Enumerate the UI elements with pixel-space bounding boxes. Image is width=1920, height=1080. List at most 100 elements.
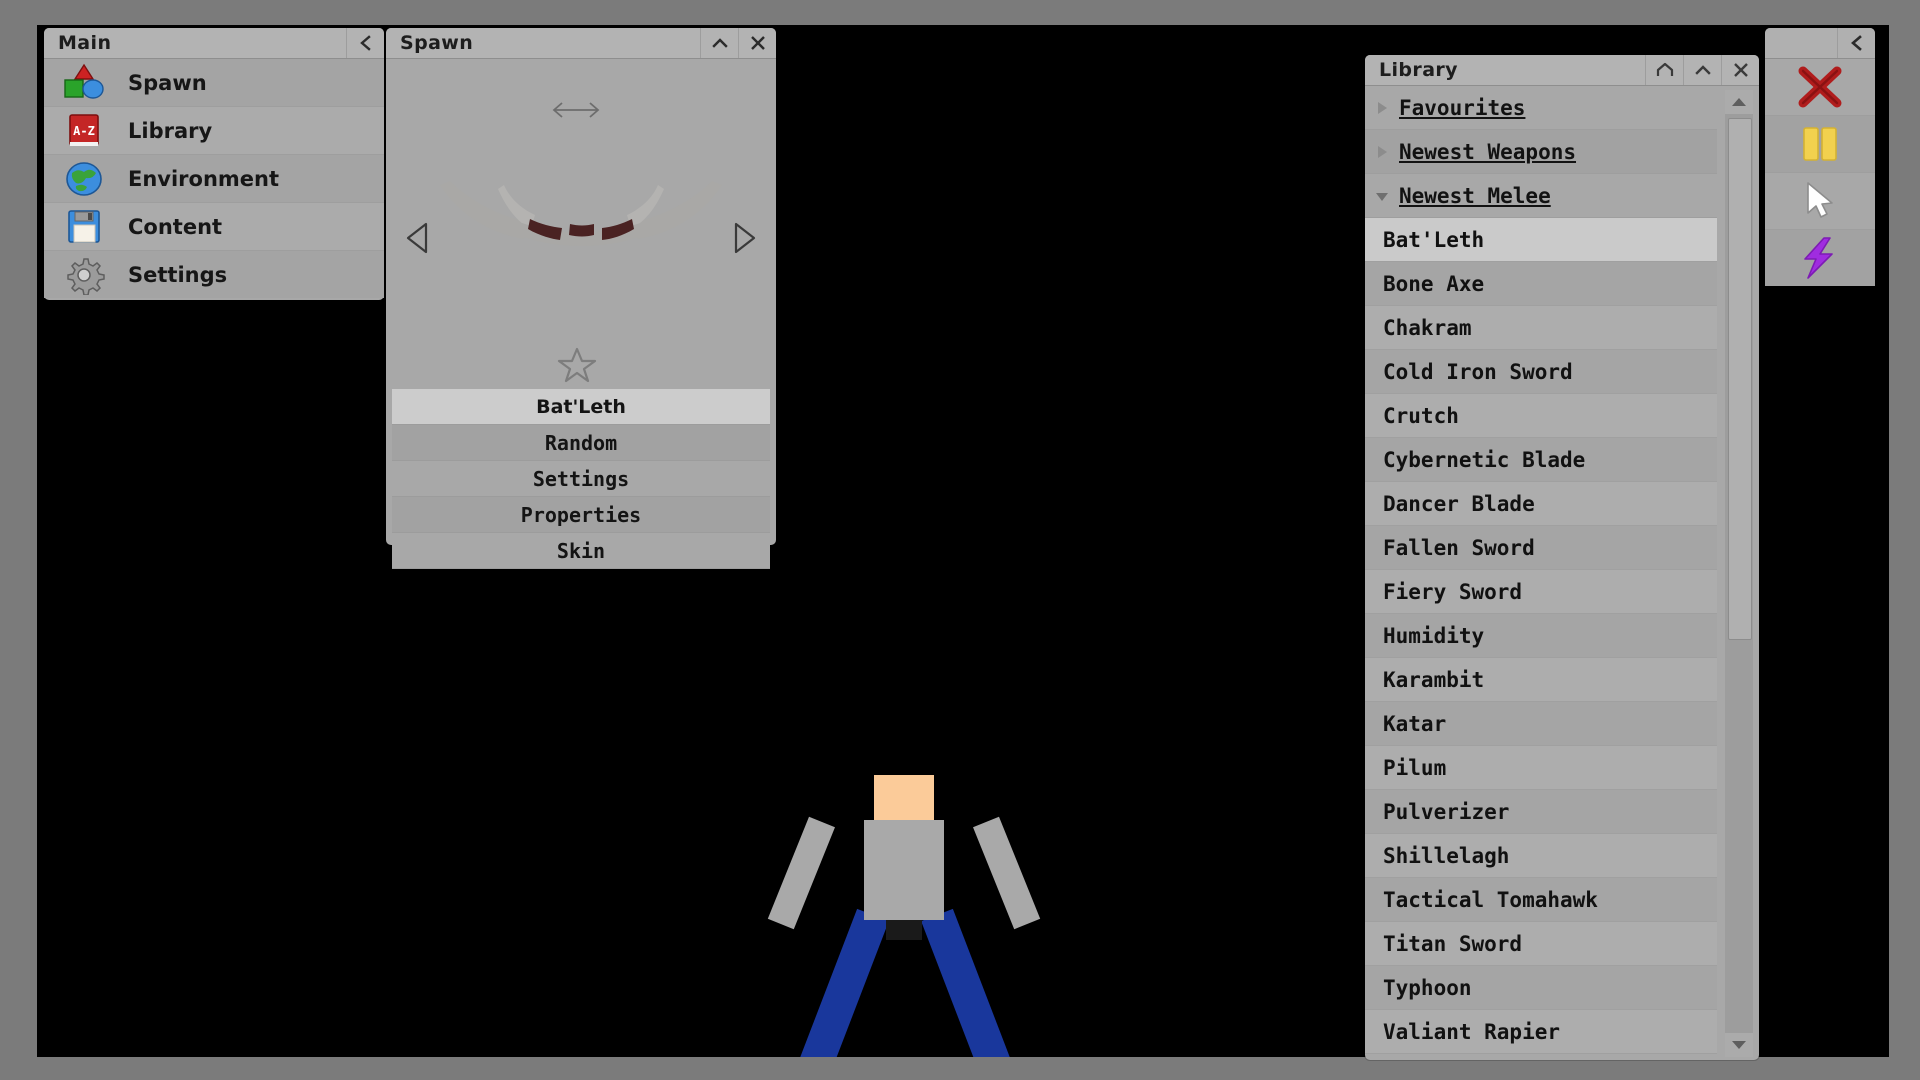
delete-tool-button[interactable] — [1765, 59, 1875, 116]
main-collapse-button[interactable] — [346, 28, 384, 58]
library-panel-titlebar: Library — [1365, 55, 1759, 86]
tools-collapse-button[interactable] — [1837, 28, 1875, 58]
sidebar-item-content[interactable]: Content — [44, 203, 384, 251]
list-item[interactable]: Shillelagh — [1365, 834, 1717, 878]
main-menu-panel: Main Spawn A-Z Library Environment Conte… — [44, 28, 384, 300]
tool-palette-panel — [1765, 28, 1875, 286]
sidebar-item-label: Spawn — [128, 70, 207, 95]
sidebar-item-label: Settings — [128, 262, 228, 287]
home-icon — [1656, 62, 1673, 76]
library-item-label: Cybernetic Blade — [1383, 447, 1586, 472]
sidebar-item-settings[interactable]: Settings — [44, 251, 384, 298]
spawn-button-list: Bat'Leth Random Settings Properties Skin — [392, 389, 770, 569]
list-item[interactable]: Katar — [1365, 702, 1717, 746]
close-x-icon — [1733, 63, 1748, 77]
library-scrollbar[interactable] — [1725, 90, 1753, 1057]
library-item-label: Crutch — [1383, 403, 1459, 428]
list-item[interactable]: Bone Axe — [1365, 262, 1717, 306]
close-x-icon — [750, 36, 765, 50]
list-item[interactable]: Titan Sword — [1365, 922, 1717, 966]
next-item-button[interactable] — [730, 219, 760, 257]
window-frame-right — [1889, 0, 1920, 1080]
horizontal-resize-arrow-icon[interactable] — [552, 99, 600, 121]
svg-text:A-Z: A-Z — [73, 124, 95, 138]
spawn-collapse-button[interactable] — [700, 28, 738, 58]
library-item-label: Valiant Rapier — [1383, 1019, 1561, 1044]
list-item[interactable]: Pulverizer — [1365, 790, 1717, 834]
list-item[interactable]: Dancer Blade — [1365, 482, 1717, 526]
list-item[interactable]: Fiery Sword — [1365, 570, 1717, 614]
library-item-label: Fiery Sword — [1383, 579, 1523, 604]
scroll-up-arrow-icon — [1732, 98, 1746, 106]
main-panel-title: Main — [58, 32, 112, 54]
library-category-favourites[interactable]: Favourites — [1365, 86, 1717, 130]
force-tool-button[interactable] — [1765, 230, 1875, 286]
list-item[interactable]: Bat'Leth — [1365, 218, 1717, 262]
library-category-label: Newest Weapons — [1399, 139, 1577, 164]
spawn-skin-button[interactable]: Skin — [392, 533, 770, 569]
list-item[interactable]: Chakram — [1365, 306, 1717, 350]
library-item-label: Shillelagh — [1383, 843, 1510, 868]
list-item[interactable]: Humidity — [1365, 614, 1717, 658]
list-item[interactable]: Cybernetic Blade — [1365, 438, 1717, 482]
window-frame-left — [0, 0, 37, 1080]
scrollbar-thumb[interactable] — [1728, 118, 1752, 640]
library-collapse-button[interactable] — [1683, 55, 1721, 85]
library-category-newest-melee[interactable]: Newest Melee — [1365, 174, 1717, 218]
list-item[interactable]: Cold Iron Sword — [1365, 350, 1717, 394]
triangle-left-icon — [406, 222, 428, 254]
spawn-properties-button[interactable]: Properties — [392, 497, 770, 533]
sidebar-item-library[interactable]: A-Z Library — [44, 107, 384, 155]
list-item[interactable]: Karambit — [1365, 658, 1717, 702]
list-item[interactable]: Valiant Rapier — [1365, 1010, 1717, 1054]
triangle-right-icon — [1365, 100, 1399, 116]
ragdoll-right-leg — [921, 908, 1014, 1080]
favourite-toggle-button[interactable] — [557, 345, 597, 383]
scroll-down-button[interactable] — [1725, 1033, 1753, 1057]
white-cursor-icon — [1807, 182, 1833, 218]
chevron-left-icon — [1850, 35, 1862, 51]
list-item[interactable]: Pilum — [1365, 746, 1717, 790]
scroll-up-button[interactable] — [1725, 90, 1753, 114]
chevron-left-icon — [359, 35, 371, 51]
library-item-label: Tactical Tomahawk — [1383, 887, 1598, 912]
sidebar-item-label: Environment — [128, 166, 280, 191]
library-category-newest-weapons[interactable]: Newest Weapons — [1365, 130, 1717, 174]
ragdoll-right-arm — [973, 816, 1041, 930]
select-tool-button[interactable] — [1765, 173, 1875, 230]
previous-item-button[interactable] — [402, 219, 432, 257]
library-home-button[interactable] — [1645, 55, 1683, 85]
list-item[interactable]: Crutch — [1365, 394, 1717, 438]
book-a-z-icon: A-Z — [62, 111, 108, 151]
library-item-label: Humidity — [1383, 623, 1485, 648]
chevron-up-icon — [711, 38, 728, 48]
spawn-selected-item-button[interactable]: Bat'Leth — [392, 389, 770, 425]
ragdoll-left-arm — [767, 816, 835, 930]
sidebar-item-spawn[interactable]: Spawn — [44, 59, 384, 107]
sidebar-item-label: Content — [128, 214, 223, 239]
spawn-random-button[interactable]: Random — [392, 425, 770, 461]
ragdoll-character[interactable] — [767, 775, 1041, 1080]
library-item-label: Cold Iron Sword — [1383, 359, 1573, 384]
window-frame-top — [0, 0, 1920, 25]
library-item-label: Chakram — [1383, 315, 1472, 340]
pause-tool-button[interactable] — [1765, 116, 1875, 173]
library-list: Favourites Newest Weapons Newest Melee B… — [1365, 86, 1717, 1054]
spawn-preview-area[interactable] — [386, 59, 776, 383]
list-item[interactable]: Typhoon — [1365, 966, 1717, 1010]
library-item-label: Typhoon — [1383, 975, 1472, 1000]
library-panel-title: Library — [1379, 59, 1458, 81]
list-item[interactable]: Fallen Sword — [1365, 526, 1717, 570]
scroll-down-arrow-icon — [1732, 1041, 1746, 1049]
list-item[interactable]: Tactical Tomahawk — [1365, 878, 1717, 922]
sidebar-item-environment[interactable]: Environment — [44, 155, 384, 203]
library-item-label: Fallen Sword — [1383, 535, 1535, 560]
spawn-settings-button[interactable]: Settings — [392, 461, 770, 497]
floppy-disk-icon — [62, 207, 108, 247]
yellow-pause-icon — [1803, 127, 1837, 161]
library-close-button[interactable] — [1721, 55, 1759, 85]
spawn-close-button[interactable] — [738, 28, 776, 58]
ragdoll-head — [874, 775, 934, 820]
library-category-label: Favourites — [1399, 95, 1526, 120]
library-item-label: Karambit — [1383, 667, 1485, 692]
